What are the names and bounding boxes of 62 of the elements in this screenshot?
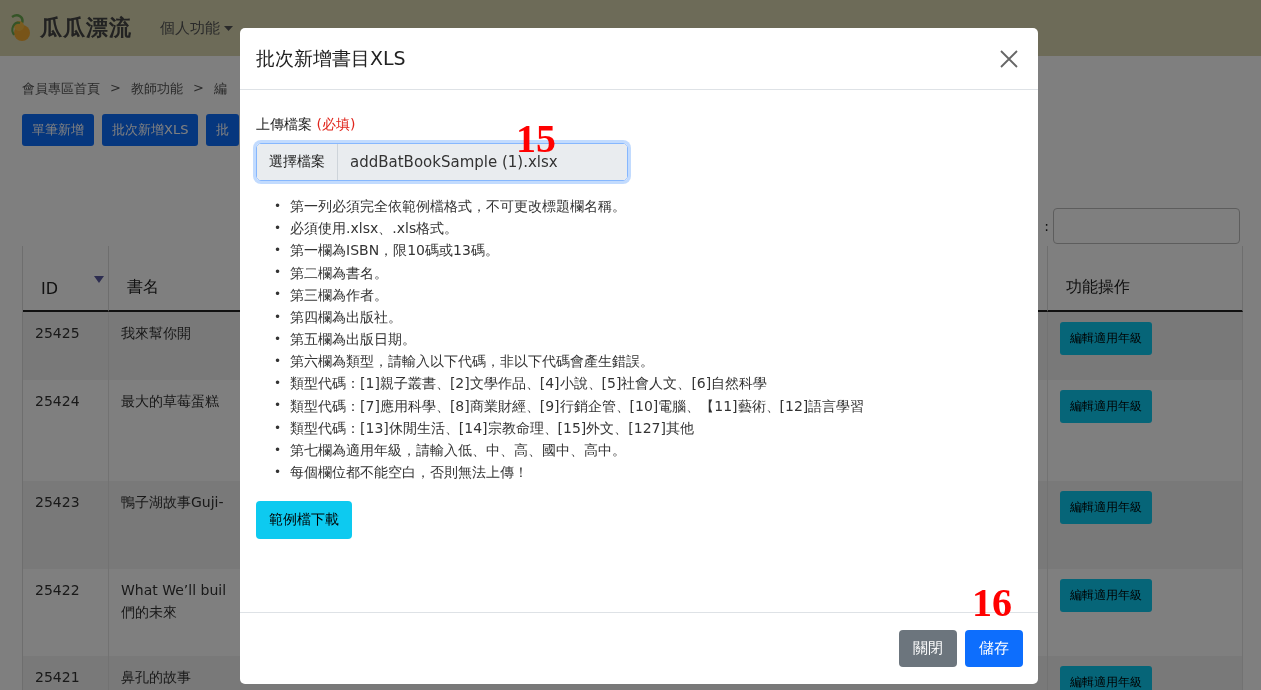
instruction-item: 第六欄為類型，請輸入以下代碼，非以下代碼會產生錯誤。 — [290, 352, 655, 372]
choose-file-button[interactable]: 選擇檔案 — [257, 144, 338, 180]
instruction-item: 第四欄為出版社。 — [290, 307, 403, 327]
breadcrumb-separator: > — [192, 80, 204, 97]
instruction-item: 第七欄為適用年級，請輸入低、中、高、國中、高中。 — [290, 441, 627, 460]
instruction-item: 類型代碼：[7]應用科學、[8]商業財經、[9]行銷企管、[10]電腦、【11]藝術、[12]語言學習 — [290, 396, 865, 416]
bullet-mark: • — [274, 308, 282, 326]
edit-grade-button[interactable]: 編輯適用年級 — [1060, 390, 1152, 423]
instruction-item: 第二欄為書名。 — [290, 263, 389, 283]
book-title-text: 鼻孔的故事 — [121, 668, 191, 687]
edit-grade-button[interactable]: 編輯適用年級 — [1060, 579, 1152, 612]
bullet-mark: • — [274, 286, 282, 304]
breadcrumb-link[interactable]: 會員專區首頁 — [22, 80, 100, 98]
table-cell-text: 25422 — [35, 581, 80, 600]
book-title-text: What We’ll buil — [121, 581, 227, 600]
download-sample-button[interactable]: 範例檔下載 — [256, 501, 352, 540]
bullet-mark: • — [274, 197, 282, 215]
bullet-mark: • — [274, 330, 282, 348]
instruction-item: 必須使用.xlsx、.xls格式。 — [290, 219, 459, 239]
table-cell-text: 25423 — [35, 493, 80, 512]
close-dialog-button[interactable]: 關閉 — [899, 630, 957, 667]
breadcrumb-link[interactable]: 教師功能 — [130, 80, 183, 98]
edit-grade-button[interactable]: 編輯適用年級 — [1060, 666, 1152, 690]
breadcrumb-link[interactable]: 編 — [213, 80, 227, 98]
bullet-mark: • — [274, 419, 282, 437]
brand-name[interactable]: 瓜瓜漂流 — [40, 13, 132, 43]
instruction-item: 第五欄為出版日期。 — [290, 330, 417, 350]
bullet-mark: • — [274, 242, 282, 259]
bullet-mark: • — [274, 219, 282, 237]
book-title-text: 們的未來 — [121, 603, 177, 622]
bullet-mark: • — [274, 397, 282, 415]
instruction-item: 第三欄為作者。 — [290, 285, 389, 305]
bullet-mark: • — [274, 441, 282, 459]
nav-menu-item[interactable]: 個人功能 — [160, 18, 233, 38]
table-cell-text: 25425 — [35, 324, 80, 343]
save-button[interactable]: 儲存 — [965, 630, 1023, 667]
annotation-number: 16 — [972, 586, 1012, 620]
instruction-item: 每個欄位都不能空白，否則無法上傳！ — [290, 463, 529, 483]
instruction-item: 類型代碼：[1]親子叢書、[2]文學作品、[4]小說、[5]社會人文、[6]自然科學 — [290, 374, 768, 394]
edit-grade-button[interactable]: 編輯適用年級 — [1060, 322, 1152, 355]
instruction-item: 第一列必須完全依範例檔格式，不可更改標題欄名稱。 — [290, 196, 627, 216]
search-label: : — [1044, 218, 1049, 234]
table-cell-text: 25424 — [35, 392, 80, 411]
action-button[interactable]: 批 — [206, 114, 240, 146]
breadcrumb-separator: > — [110, 80, 121, 97]
field-label: 上傳檔案 (必填) — [256, 116, 357, 134]
bullet-mark: • — [274, 353, 282, 370]
edit-grade-button[interactable]: 編輯適用年級 — [1060, 491, 1152, 524]
book-title-text: 我來幫你開 — [121, 324, 191, 343]
search-field[interactable] — [1053, 208, 1240, 244]
book-title-text: 鴨子湖故事Guji- — [121, 493, 224, 512]
sort-descending-icon — [94, 276, 104, 283]
dialog-title: 批次新增書目XLS — [256, 45, 406, 71]
action-button[interactable]: 單筆新增 — [22, 114, 94, 146]
bullet-mark: • — [274, 463, 282, 481]
instruction-item: 類型代碼：[13]休閒生活、[14]宗教命理、[15]外文、[127]其他 — [290, 418, 694, 438]
book-title-text: 最大的草莓蛋糕 — [121, 392, 219, 411]
bullet-mark: • — [274, 264, 282, 282]
action-button[interactable]: 批次新增XLS — [102, 114, 199, 146]
table-cell-text: 25421 — [35, 668, 80, 687]
bullet-mark: • — [274, 375, 282, 392]
instruction-item: 第一欄為ISBN，限10碼或13碼。 — [290, 241, 499, 261]
